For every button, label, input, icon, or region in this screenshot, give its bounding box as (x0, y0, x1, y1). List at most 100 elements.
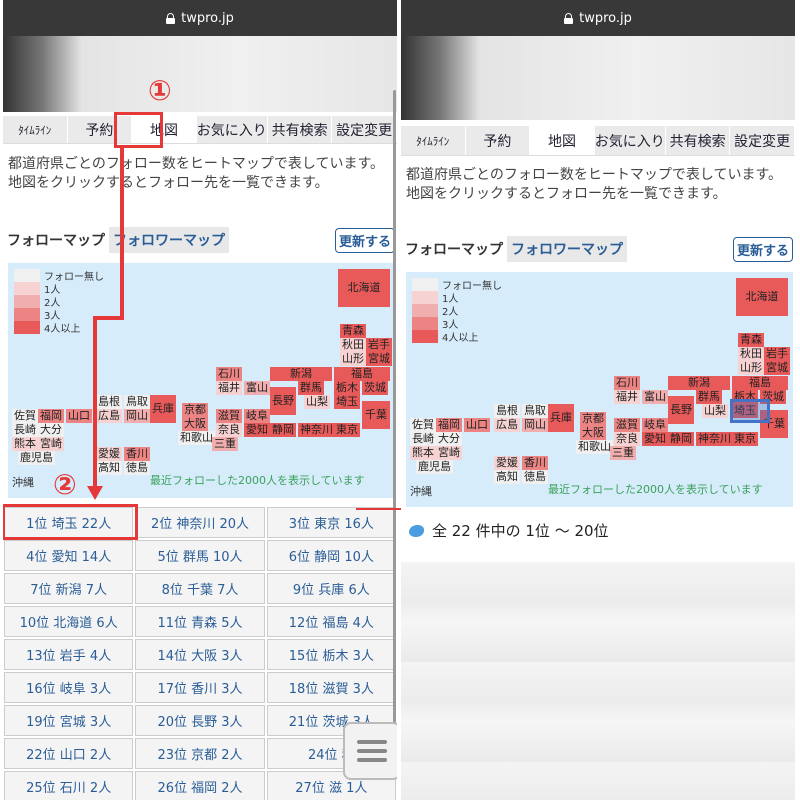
prefecture-2[interactable]: 秋田 (738, 347, 764, 361)
prefecture-11[interactable]: 群馬 (298, 381, 324, 395)
prefecture-41[interactable]: 愛媛 (96, 447, 122, 461)
prefecture-24[interactable]: 佐賀 (410, 418, 436, 432)
refresh-button[interactable]: 更新する (334, 227, 395, 253)
prefecture-1[interactable]: 青森 (738, 333, 764, 347)
prefecture-5[interactable]: 宮城 (764, 361, 790, 375)
ranking-item[interactable]: 16位 岐阜 3人 (4, 672, 134, 703)
prefecture-26[interactable]: 山口 (66, 409, 92, 423)
heatmap[interactable]: フォロー無し 1人 2人 3人 4人以上 北海道 青森 秋田 岩手 山形 宮城 石川 新潟 福島 福井 富山 群… (8, 263, 395, 498)
prefecture-13[interactable]: 茨城 (362, 381, 388, 395)
prefecture-7[interactable]: 新潟 (270, 367, 332, 381)
tab-favorites[interactable]: お気に入り (197, 116, 268, 143)
prefecture-33[interactable]: 神奈川 (696, 432, 733, 446)
prefecture-2[interactable]: 秋田 (340, 338, 366, 352)
prefecture-37[interactable]: 和歌山 (178, 431, 215, 445)
ranking-item[interactable]: 12位 福島 4人 (266, 606, 396, 637)
heatmap[interactable]: フォロー無し 1人 2人 3人 4人以上 北海道 青森 秋田 岩手 山形 宮城 石川 新潟 福島 福井 富山 群… (406, 272, 793, 507)
prefecture-19[interactable]: 岐阜 (642, 418, 668, 432)
prefecture-18[interactable]: 滋賀 (216, 409, 242, 423)
tab-follower-map[interactable]: フォロワーマップ (109, 227, 229, 253)
prefecture-38[interactable]: 三重 (212, 437, 238, 451)
prefecture-34[interactable]: 東京 (732, 432, 758, 446)
prefecture-5[interactable]: 宮城 (366, 352, 392, 366)
ranking-item[interactable]: 3位 東京 16人 (266, 507, 396, 538)
prefecture-33[interactable]: 神奈川 (298, 423, 335, 437)
prefecture-37[interactable]: 和歌山 (576, 440, 613, 454)
prefecture-6[interactable]: 石川 (216, 367, 242, 381)
prefecture-6[interactable]: 石川 (614, 376, 640, 390)
prefecture-44[interactable]: 高知 (494, 470, 520, 484)
prefecture-36[interactable]: 大分 (436, 432, 462, 446)
ranking-item[interactable]: 17位 香川 3人 (135, 672, 265, 703)
ranking-item[interactable]: 11位 青森 5人 (135, 606, 265, 637)
prefecture-23[interactable]: 千葉 (362, 401, 390, 429)
prefecture-42[interactable]: 香川 (522, 456, 548, 470)
prefecture-31[interactable]: 愛知 (642, 432, 668, 446)
prefecture-14[interactable]: 島根 (96, 395, 122, 409)
prefecture-28[interactable]: 岡山 (522, 418, 548, 432)
ranking-item[interactable]: 8位 千葉 7人 (135, 573, 265, 604)
ranking-item[interactable]: 4位 愛知 14人 (4, 540, 134, 571)
prefecture-44[interactable]: 高知 (96, 461, 122, 475)
prefecture-35[interactable]: 長崎 (410, 432, 436, 446)
prefecture-8[interactable]: 福島 (334, 367, 390, 381)
prefecture-26[interactable]: 山口 (464, 418, 490, 432)
scrollbar[interactable] (393, 90, 396, 750)
prefecture-9[interactable]: 福井 (216, 381, 242, 395)
prefecture-45[interactable]: 徳島 (124, 461, 150, 475)
ranking-item[interactable]: 7位 新潟 7人 (4, 573, 134, 604)
tab-settings[interactable]: 設定変更 (332, 116, 397, 143)
prefecture-25[interactable]: 福岡 (38, 409, 64, 423)
prefecture-45[interactable]: 徳島 (522, 470, 548, 484)
prefecture-okinawa[interactable]: 沖縄 (410, 483, 432, 499)
prefecture-10[interactable]: 富山 (244, 381, 270, 395)
ranking-item[interactable]: 26位 福岡 2人 (135, 771, 265, 800)
tab-timeline[interactable]: ﾀｲﾑﾗｲﾝ (401, 126, 466, 155)
prefecture-39[interactable]: 熊本 (12, 437, 38, 451)
ranking-item[interactable]: 10位 北海道 6人 (4, 606, 134, 637)
ranking-item[interactable]: 23位 京都 2人 (135, 738, 265, 769)
ranking-item[interactable]: 9位 兵庫 6人 (266, 573, 396, 604)
ranking-item[interactable]: 20位 長野 3人 (135, 705, 265, 736)
prefecture-21[interactable]: 山梨 (304, 395, 330, 409)
prefecture-4[interactable]: 山形 (738, 361, 764, 375)
tab-reservation[interactable]: 予約 (466, 126, 531, 155)
prefecture-17[interactable]: 京都 (182, 403, 208, 417)
ranking-item[interactable]: 6位 静岡 10人 (266, 540, 396, 571)
prefecture-okinawa[interactable]: 沖縄 (12, 474, 34, 490)
prefecture-29[interactable]: 大阪 (580, 426, 606, 440)
prefecture-3[interactable]: 岩手 (366, 338, 392, 352)
prefecture-40[interactable]: 宮崎 (38, 437, 64, 451)
prefecture-27[interactable]: 広島 (494, 418, 520, 432)
tab-map[interactable]: 地図 (530, 126, 595, 155)
prefecture-11[interactable]: 群馬 (696, 390, 722, 404)
prefecture-17[interactable]: 京都 (580, 412, 606, 426)
prefecture-16[interactable]: 兵庫 (150, 395, 176, 423)
prefecture-19[interactable]: 岐阜 (244, 409, 270, 423)
prefecture-16[interactable]: 兵庫 (548, 404, 574, 432)
prefecture-25[interactable]: 福岡 (436, 418, 462, 432)
prefecture-43[interactable]: 鹿児島 (416, 460, 453, 474)
prefecture-34[interactable]: 東京 (334, 423, 360, 437)
prefecture-18[interactable]: 滋賀 (614, 418, 640, 432)
prefecture-39[interactable]: 熊本 (410, 446, 436, 460)
prefecture-30[interactable]: 奈良 (614, 432, 640, 446)
prefecture-14[interactable]: 島根 (494, 404, 520, 418)
prefecture-20[interactable]: 長野 (270, 387, 296, 415)
prefecture-0[interactable]: 北海道 (338, 269, 390, 307)
prefecture-0[interactable]: 北海道 (736, 278, 788, 316)
ranking-item[interactable]: 15位 栃木 3人 (266, 639, 396, 670)
tab-follow-map[interactable]: フォローマップ (3, 227, 109, 253)
prefecture-36[interactable]: 大分 (38, 423, 64, 437)
ranking-item[interactable]: 19位 宮城 3人 (4, 705, 134, 736)
tab-settings[interactable]: 設定変更 (730, 126, 795, 155)
prefecture-10[interactable]: 富山 (642, 390, 668, 404)
prefecture-28[interactable]: 岡山 (124, 409, 150, 423)
prefecture-21[interactable]: 山梨 (702, 404, 728, 418)
prefecture-40[interactable]: 宮崎 (436, 446, 462, 460)
tab-follow-map[interactable]: フォローマップ (401, 236, 507, 262)
tab-favorites[interactable]: お気に入り (595, 126, 666, 155)
prefecture-4[interactable]: 山形 (340, 352, 366, 366)
prefecture-12[interactable]: 栃木 (334, 381, 360, 395)
prefecture-7[interactable]: 新潟 (668, 376, 730, 390)
